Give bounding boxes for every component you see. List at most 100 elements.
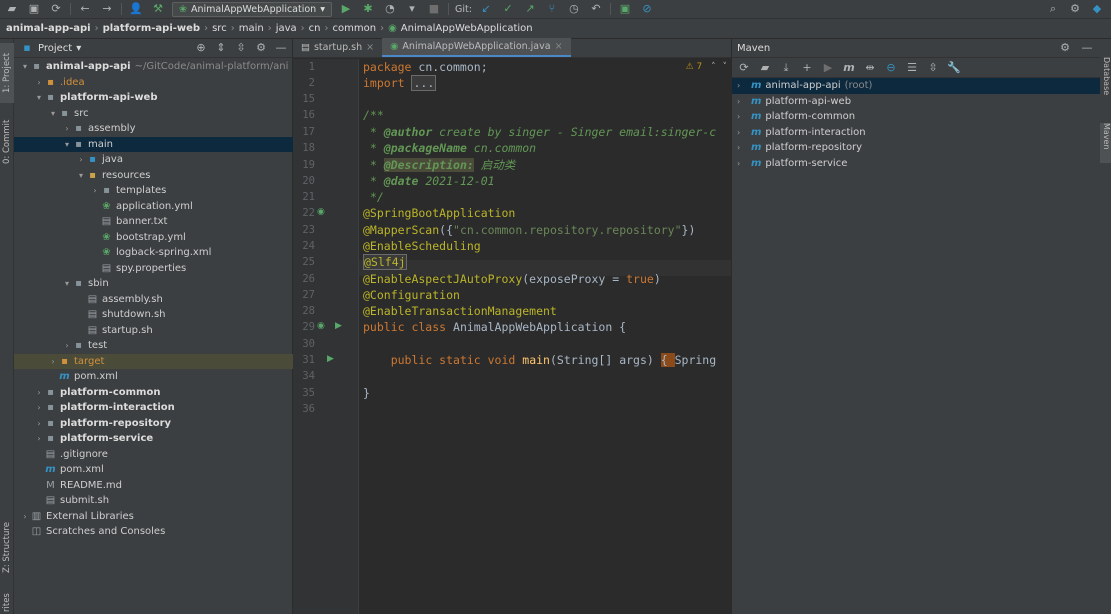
run-configuration-select[interactable]: ❀ AnimalAppWebApplication ▾ (172, 1, 332, 17)
tree-item[interactable]: m pom.xml (14, 369, 293, 385)
download-icon[interactable]: ⤓ (779, 61, 793, 75)
tree-item[interactable]: › ▪ platform-repository (14, 416, 293, 432)
maven-project-item[interactable]: › m platform-interaction (732, 125, 1100, 141)
git-push-icon[interactable]: ↗ (522, 2, 538, 16)
tree-item[interactable]: ▾ ▪ animal-app-api ~/GitCode/animal-platfor… (14, 59, 293, 75)
chevron-right-icon[interactable]: › (737, 143, 747, 152)
breadcrumb-item[interactable]: src (212, 23, 227, 34)
stop-icon[interactable]: ■ (426, 2, 442, 16)
structure-tool-tab[interactable]: Z: Structure (0, 513, 14, 583)
generate-sources-icon[interactable]: ▰ (758, 61, 772, 75)
breadcrumb-item[interactable]: main (239, 23, 264, 34)
chevron-down-icon[interactable]: ▾ (76, 43, 81, 54)
chevron-right-icon[interactable]: › (737, 97, 747, 106)
close-icon[interactable]: × (366, 42, 374, 53)
tree-item[interactable]: › ▪ java (14, 152, 293, 168)
code-content[interactable]: package cn.common; import ... /** * @aut… (363, 59, 731, 614)
chevron-right-icon[interactable]: › (34, 403, 44, 412)
chevron-down-icon[interactable]: ▾ (76, 171, 86, 180)
hide-panel-icon[interactable]: — (274, 41, 288, 55)
chevron-right-icon[interactable]: › (34, 419, 44, 428)
toggle-offline-icon[interactable]: ⇹ (863, 61, 877, 75)
breadcrumb-item[interactable]: common (333, 23, 377, 34)
hide-panel-icon[interactable]: — (1080, 41, 1094, 55)
favorites-tool-tab[interactable]: rites (0, 591, 14, 614)
collapse-all-icon[interactable]: ⇳ (234, 41, 248, 55)
tree-item[interactable]: M README.md (14, 478, 293, 494)
expand-all-icon[interactable]: ⇕ (214, 41, 228, 55)
chevron-down-icon[interactable]: ▾ (62, 140, 72, 149)
git-branch-icon[interactable]: ⑂ (544, 2, 560, 16)
search-icon[interactable]: ⌕ (1045, 2, 1061, 16)
tree-item[interactable]: › ▪ .idea (14, 75, 293, 91)
settings-gear-icon[interactable]: ⚙ (1058, 41, 1072, 55)
tree-item[interactable]: › ▥ External Libraries (14, 509, 293, 525)
commit-tool-tab[interactable]: 0: Commit (0, 111, 14, 173)
tree-item[interactable]: ▾ ▪ platform-api-web (14, 90, 293, 106)
plugin-icon[interactable]: ▣ (617, 2, 633, 16)
maven-project-item[interactable]: › m platform-repository (732, 140, 1100, 156)
breadcrumb-item[interactable]: animal-app-api (6, 23, 91, 34)
chevron-right-icon[interactable]: › (34, 78, 44, 87)
spring-bean-gutter-icon[interactable]: ◉ (317, 207, 325, 217)
tree-item[interactable]: › ▪ templates (14, 183, 293, 199)
run-icon[interactable]: ▶ (821, 61, 835, 75)
maven-project-item[interactable]: › m platform-api-web (732, 94, 1100, 110)
sync-icon[interactable]: ⟳ (48, 2, 64, 16)
open-folder-icon[interactable]: ▰ (4, 2, 20, 16)
tree-item[interactable]: ▾ ▪ sbin (14, 276, 293, 292)
chevron-right-icon[interactable]: › (62, 124, 72, 133)
tree-item[interactable]: › ▪ target (14, 353, 293, 369)
tree-item[interactable]: › ▪ platform-interaction (14, 400, 293, 416)
run-gutter-icon[interactable]: ▶ (335, 321, 342, 331)
back-icon[interactable]: ← (77, 2, 93, 16)
chevron-right-icon[interactable]: › (48, 357, 58, 366)
disable-icon[interactable]: ⊘ (639, 2, 655, 16)
locate-target-icon[interactable]: ⊕ (194, 41, 208, 55)
database-tool-tab[interactable]: Database (1100, 57, 1111, 117)
tree-item[interactable]: ▤ banner.txt (14, 214, 293, 230)
breadcrumb-item[interactable]: platform-api-web (103, 23, 201, 34)
git-commit-icon[interactable]: ✓ (500, 2, 516, 16)
project-view-select[interactable]: Project (38, 43, 72, 54)
chevron-down-icon[interactable]: ▾ (20, 62, 30, 71)
tree-item[interactable]: › ▪ assembly (14, 121, 293, 137)
tree-item[interactable]: ▾ ▪ main (14, 136, 293, 152)
chevron-right-icon[interactable]: › (62, 341, 72, 350)
tree-item[interactable]: ◫ Scratches and Consoles (14, 524, 293, 540)
tree-item[interactable]: ▤ assembly.sh (14, 292, 293, 308)
execute-goal-icon[interactable]: m (842, 61, 856, 75)
tree-item[interactable]: ▤ shutdown.sh (14, 307, 293, 323)
chevron-right-icon[interactable]: › (737, 128, 747, 137)
editor-tab-startup[interactable]: ▤ startup.sh × (293, 38, 382, 57)
debug-icon[interactable]: ✱ (360, 2, 376, 16)
save-icon[interactable]: ▣ (26, 2, 42, 16)
build-hammer-icon[interactable]: ⚒ (150, 2, 166, 16)
tree-item[interactable]: ❀ bootstrap.yml (14, 230, 293, 246)
tree-item[interactable]: ❀ application.yml (14, 199, 293, 215)
breadcrumb-item[interactable]: java (276, 23, 297, 34)
tree-item[interactable]: m pom.xml (14, 462, 293, 478)
tree-item[interactable]: › ▪ platform-common (14, 385, 293, 401)
tree-item[interactable]: ▤ spy.properties (14, 261, 293, 277)
chevron-right-icon[interactable]: › (20, 512, 30, 521)
show-dependencies-icon[interactable]: ☰ (905, 61, 919, 75)
chevron-down-icon[interactable]: ▾ (48, 109, 58, 118)
project-tool-tab[interactable]: 1: Project (0, 43, 14, 103)
chevron-right-icon[interactable]: › (34, 434, 44, 443)
settings-gear-icon[interactable]: ⚙ (254, 41, 268, 55)
tree-item[interactable]: › ▪ platform-service (14, 431, 293, 447)
history-icon[interactable]: ◷ (566, 2, 582, 16)
tree-item[interactable]: ▾ ▪ resources (14, 168, 293, 184)
breadcrumb-item[interactable]: cn (309, 23, 321, 34)
reload-icon[interactable]: ⟳ (737, 61, 751, 75)
forward-icon[interactable]: → (99, 2, 115, 16)
git-update-icon[interactable]: ↙ (478, 2, 494, 16)
chevron-right-icon[interactable]: › (34, 388, 44, 397)
chevron-down-icon[interactable]: ▾ (34, 93, 44, 102)
tree-item[interactable]: ▤ startup.sh (14, 323, 293, 339)
chevron-down-icon[interactable]: ▾ (62, 279, 72, 288)
chevron-down-icon[interactable]: ˅ (723, 62, 728, 72)
tree-item[interactable]: ▾ ▪ src (14, 106, 293, 122)
chevron-right-icon[interactable]: › (90, 186, 100, 195)
